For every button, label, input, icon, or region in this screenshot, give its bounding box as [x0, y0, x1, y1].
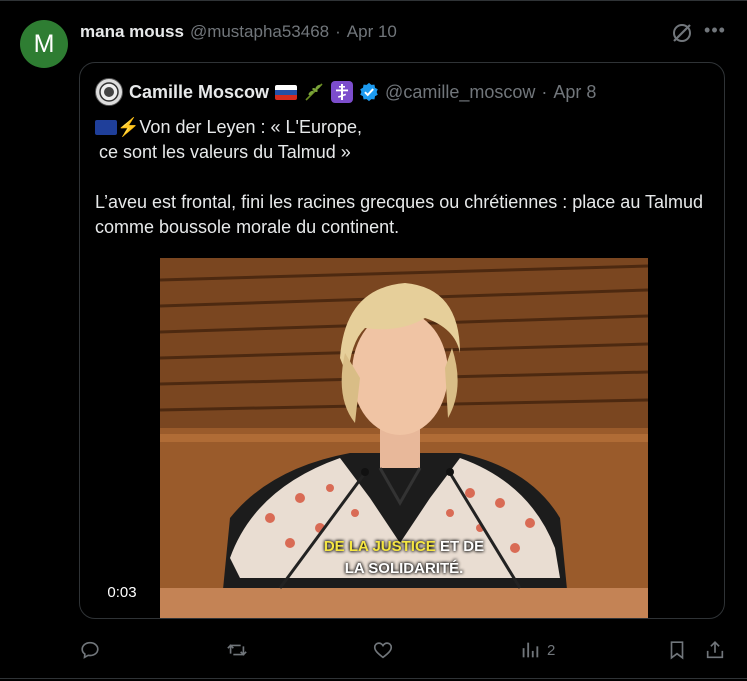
views-count: 2 — [547, 641, 556, 659]
bottom-divider — [0, 678, 747, 679]
quoted-header: Camille Moscow @camille_moscow · Apr 8 — [95, 78, 596, 106]
author-name[interactable]: mana mouss — [80, 22, 184, 42]
caption-line-2: LA SOLIDARITÉ. — [344, 560, 464, 577]
video-player[interactable]: DE LA JUSTICE ET DE LA SOLIDARITÉ. — [160, 258, 648, 618]
post-date[interactable]: Apr 10 — [347, 22, 397, 42]
share-icon — [706, 641, 724, 659]
reply-button[interactable] — [79, 638, 101, 662]
quoted-avatar[interactable] — [95, 78, 123, 106]
bookmark-icon — [670, 641, 684, 660]
share-button[interactable] — [704, 638, 726, 662]
orthodox-cross-icon — [331, 81, 354, 103]
repost-icon — [227, 644, 247, 656]
more-options-icon[interactable]: ••• — [703, 19, 727, 43]
quoted-text: ⚡Von der Leyen : « L'Europe, ce sont les… — [95, 115, 705, 240]
quoted-date[interactable]: Apr 8 — [553, 82, 596, 103]
quoted-paragraph: L’aveu est frontal, fini les racines gre… — [95, 192, 704, 237]
quoted-line-1: Von der Leyen : « L'Europe, — [139, 117, 363, 137]
top-divider — [0, 0, 747, 1]
views-button[interactable]: 2 — [519, 638, 555, 662]
caption-rest: ET DE — [439, 538, 485, 555]
separator-dot: · — [335, 22, 341, 41]
views-chart-icon — [522, 642, 539, 658]
quoted-author-handle[interactable]: @camille_moscow — [385, 82, 535, 103]
repost-button[interactable] — [226, 638, 248, 662]
russia-flag-icon — [275, 84, 298, 100]
grok-icon[interactable] — [670, 21, 694, 45]
caption-highlight: DE LA JUSTICE — [323, 538, 436, 555]
lightning-icon: ⚡ — [117, 117, 140, 137]
olive-branch-icon — [305, 83, 323, 101]
quoted-author-name[interactable]: Camille Moscow — [129, 82, 269, 103]
bookmark-button[interactable] — [666, 638, 688, 662]
post-header: mana mouss @mustapha53468 · Apr 10 — [80, 21, 397, 43]
quoted-post[interactable]: Camille Moscow @camille_moscow · Apr 8 ⚡… — [79, 62, 725, 619]
heart-icon — [373, 642, 393, 659]
astronaut-icon — [99, 82, 119, 102]
avatar[interactable]: M — [20, 20, 68, 68]
eu-flag-icon — [95, 120, 117, 135]
like-button[interactable] — [372, 638, 394, 662]
separator-dot: · — [541, 81, 548, 102]
quoted-line-2: ce sont les valeurs du Talmud » — [99, 142, 351, 162]
author-handle[interactable]: @mustapha53468 — [190, 22, 329, 42]
video-time: 0:03 — [99, 579, 145, 605]
verified-badge-icon — [360, 82, 378, 102]
reply-icon — [81, 641, 99, 659]
video-caption: DE LA JUSTICE ET DE LA SOLIDARITÉ. — [160, 536, 648, 580]
